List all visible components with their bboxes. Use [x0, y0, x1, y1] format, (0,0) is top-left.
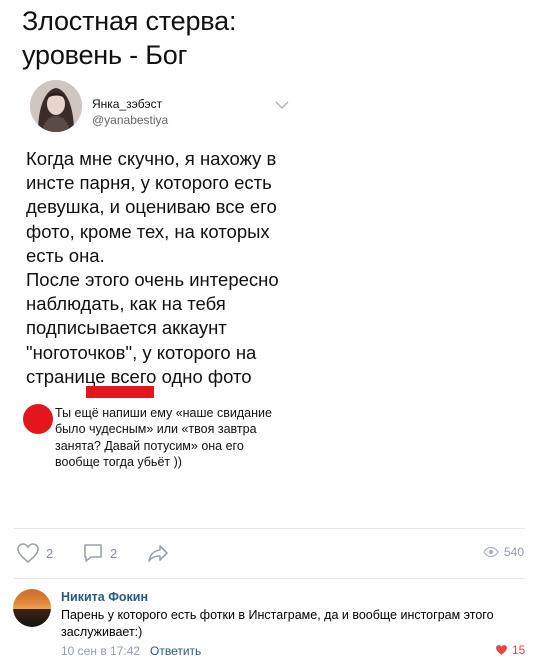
tweet-avatar [30, 80, 82, 132]
tweet-handle: @yanabestiya [92, 113, 169, 127]
tweet-text: Когда мне скучно, я нахожу в инсте парня… [26, 148, 279, 387]
comment-button[interactable]: 2 [82, 541, 117, 565]
redaction-avatar [23, 404, 53, 434]
reply-text: Ты ещё напиши ему «наше свидание было чу… [55, 406, 272, 469]
comment-count: 2 [110, 545, 118, 561]
heart-icon [17, 543, 39, 564]
divider [14, 528, 525, 529]
divider [14, 578, 525, 579]
views-count: 540 [504, 545, 525, 559]
like-button[interactable]: 2 [16, 541, 53, 565]
views-counter: 540 [483, 545, 524, 559]
comment-like-count: 15 [512, 643, 526, 657]
share-button[interactable] [146, 541, 170, 565]
eye-icon [483, 547, 499, 557]
comment-icon [84, 544, 102, 562]
redaction-bar [86, 386, 154, 398]
share-icon [148, 545, 168, 562]
comment-text: Парень у которого есть фотки в Инстаграм… [61, 608, 494, 639]
comment-timestamp[interactable]: 10 сен в 17:42 [61, 644, 140, 658]
comment-author-avatar[interactable] [13, 589, 51, 627]
like-count: 2 [46, 545, 54, 561]
comment-reply-link[interactable]: Ответить [150, 644, 201, 658]
tweet-display-name: Янка_зэбэст [92, 97, 163, 111]
chevron-down-icon [275, 101, 289, 109]
avatar-photo [30, 80, 82, 132]
meme-title: Злостная стерва: уровень - Бог [22, 6, 237, 70]
comment-like-button[interactable]: 15 [495, 643, 525, 657]
comment-author-name[interactable]: Никита Фокин [61, 590, 148, 604]
heart-filled-icon [496, 645, 507, 655]
